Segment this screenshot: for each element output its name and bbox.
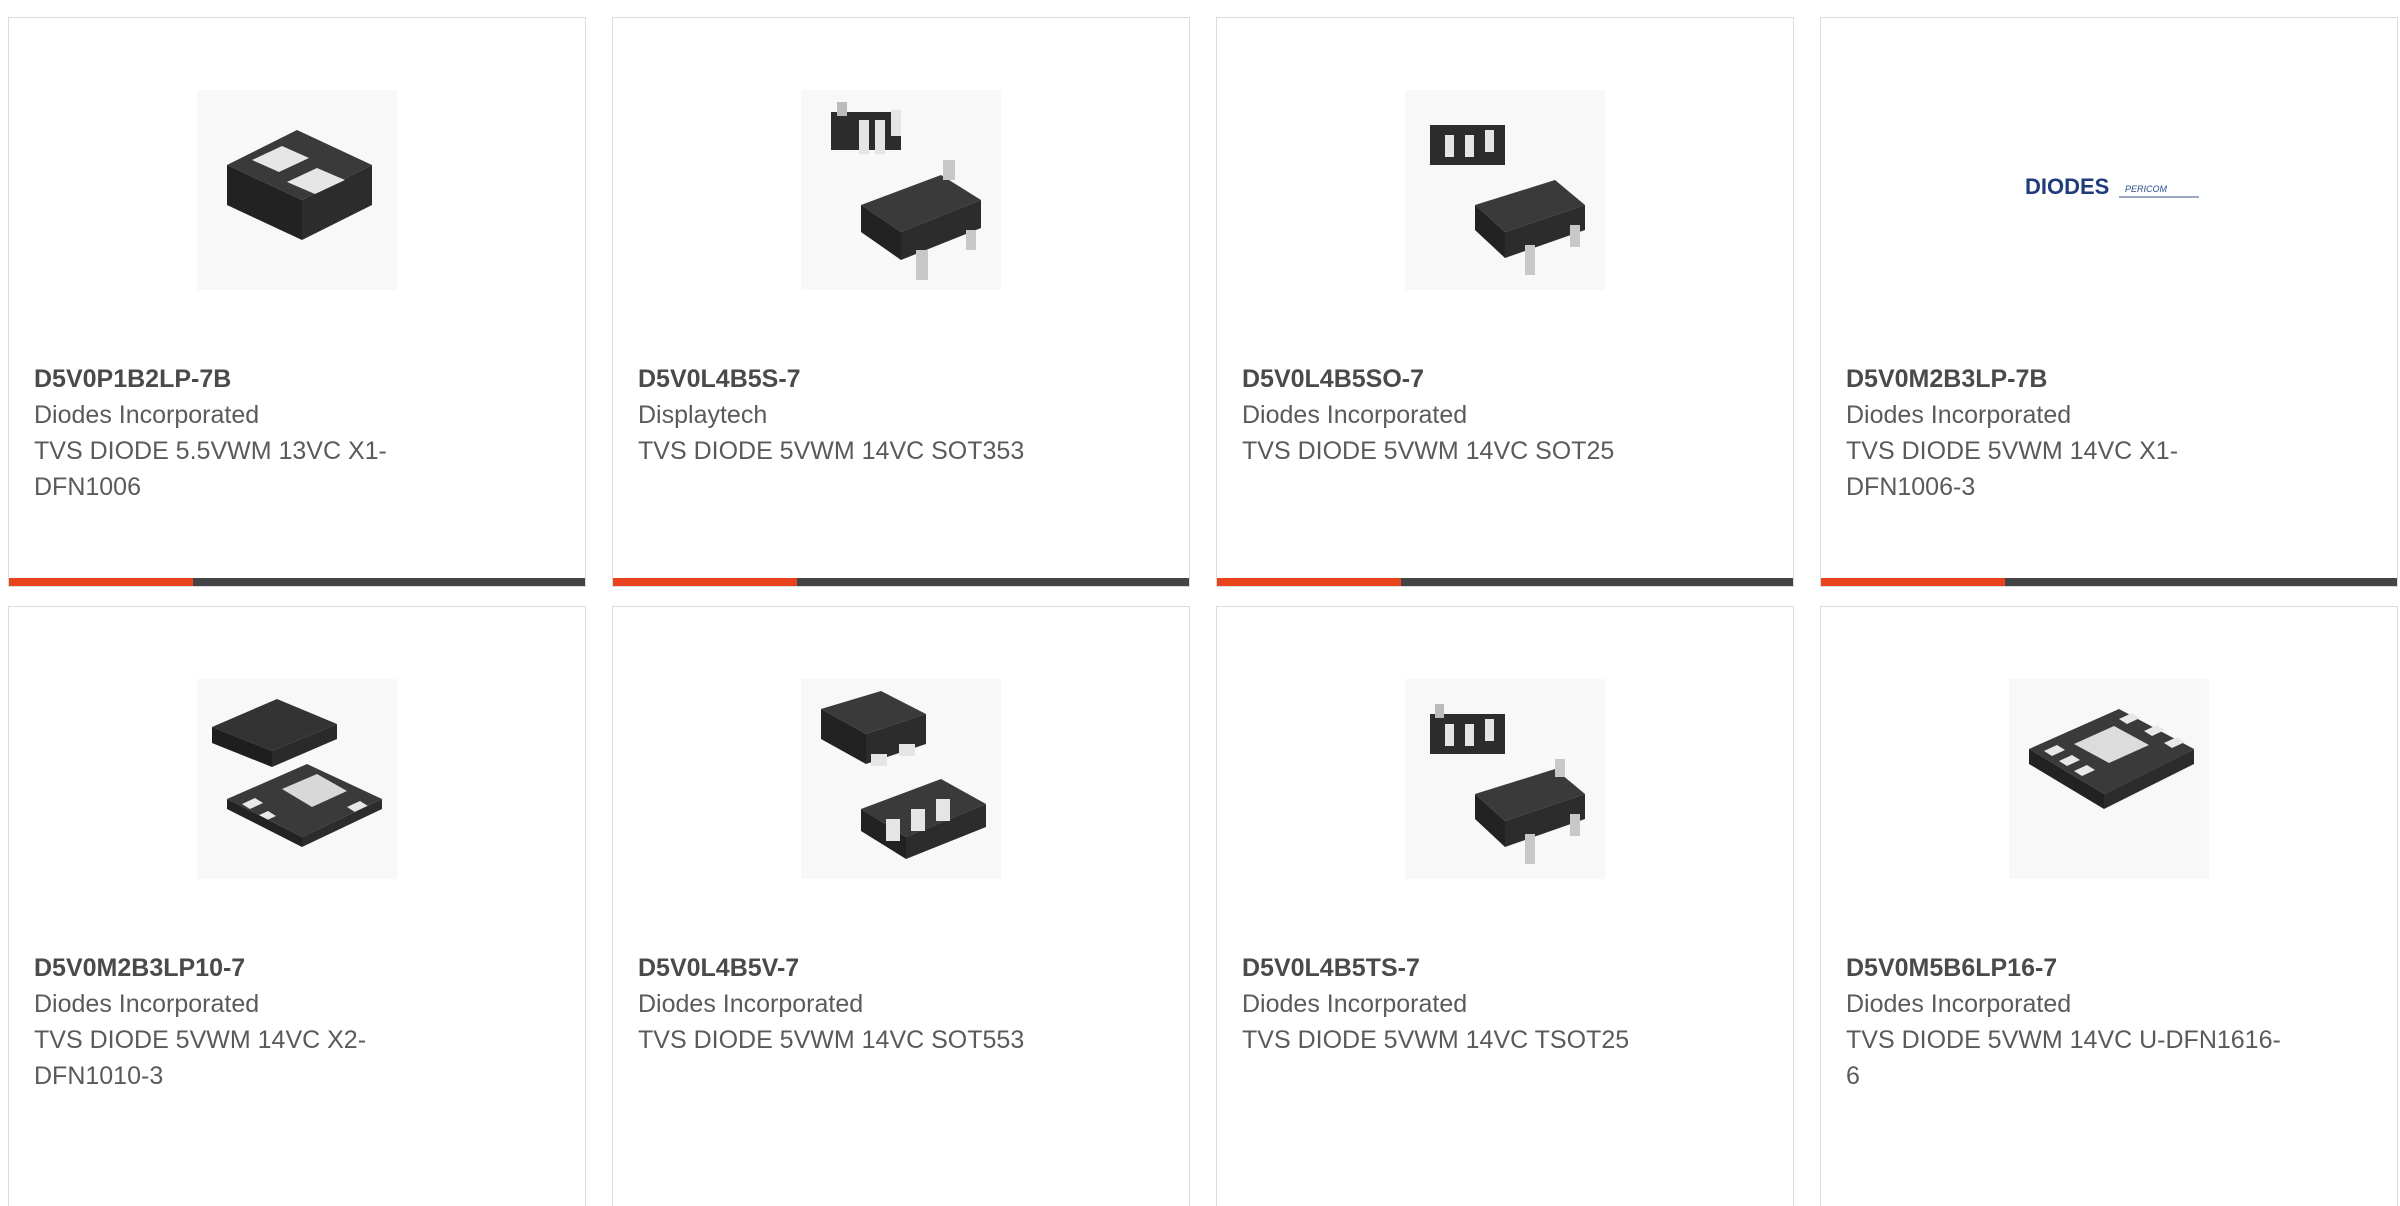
- description: TVS DIODE 5VWM 14VC SOT553: [638, 1026, 1025, 1054]
- product-card[interactable]: D5V0M5B6LP16-7 Diodes Incorporated TVS D…: [1820, 606, 2398, 1206]
- sot353-package-icon: [801, 90, 1001, 290]
- description: TVS DIODE 5VWM 14VC X2-DFN1010-3: [34, 1026, 367, 1090]
- product-card[interactable]: DIODES PERICOM D5V0M2B3LP-7B Diodes Inco…: [1820, 17, 2398, 587]
- part-number[interactable]: D5V0M2B3LP10-7: [34, 950, 560, 986]
- manufacturer: Displaytech: [638, 401, 768, 429]
- product-card[interactable]: D5V0M2B3LP10-7 Diodes Incorporated TVS D…: [8, 606, 586, 1206]
- product-card[interactable]: D5V0L4B5V-7 Diodes Incorporated TVS DIOD…: [612, 606, 1190, 1206]
- description: TVS DIODE 5VWM 14VC TSOT25: [1242, 1026, 1630, 1054]
- product-card[interactable]: D5V0L4B5S-7 Displaytech TVS DIODE 5VWM 1…: [612, 17, 1190, 587]
- card-bottom-bar: [9, 578, 585, 586]
- product-grid: D5V0P1B2LP-7B Diodes Incorporated TVS DI…: [0, 0, 2400, 1206]
- dfn1010-package-icon: [197, 679, 397, 879]
- card-bottom-bar: [613, 578, 1189, 586]
- sot553-package-icon: [801, 679, 1001, 879]
- accent-bar: [9, 578, 193, 586]
- card-bottom-bar: [1821, 578, 2397, 586]
- accent-bar: [1217, 578, 1401, 586]
- manufacturer: Diodes Incorporated: [1846, 990, 2072, 1018]
- product-card[interactable]: D5V0L4B5TS-7 Diodes Incorporated TVS DIO…: [1216, 606, 1794, 1206]
- sot25-package-icon: [1405, 90, 1605, 290]
- manufacturer: Diodes Incorporated: [34, 990, 260, 1018]
- svg-text:DIODES: DIODES: [2025, 174, 2109, 199]
- card-bottom-bar: [1217, 578, 1793, 586]
- part-number[interactable]: D5V0L4B5SO-7: [1242, 361, 1768, 397]
- manufacturer: Diodes Incorporated: [1242, 401, 1468, 429]
- tsot25-package-icon: [1405, 679, 1605, 879]
- description: TVS DIODE 5VWM 14VC SOT353: [638, 437, 1025, 465]
- description: TVS DIODE 5VWM 14VC U-DFN1616-6: [1846, 1026, 2281, 1090]
- manufacturer: Diodes Incorporated: [1846, 401, 2072, 429]
- part-number[interactable]: D5V0L4B5V-7: [638, 950, 1164, 986]
- dfn-2pad-package-icon: [197, 90, 397, 290]
- description: TVS DIODE 5VWM 14VC X1-DFN1006-3: [1846, 437, 2179, 501]
- part-number[interactable]: D5V0P1B2LP-7B: [34, 361, 560, 397]
- manufacturer: Diodes Incorporated: [34, 401, 260, 429]
- diodes-pericom-logo: DIODES PERICOM: [2009, 90, 2209, 290]
- manufacturer: Diodes Incorporated: [638, 990, 864, 1018]
- dfn1616-package-icon: [2009, 679, 2209, 879]
- accent-bar: [613, 578, 797, 586]
- product-card[interactable]: D5V0P1B2LP-7B Diodes Incorporated TVS DI…: [8, 17, 586, 587]
- part-number[interactable]: D5V0L4B5S-7: [638, 361, 1164, 397]
- manufacturer: Diodes Incorporated: [1242, 990, 1468, 1018]
- svg-text:PERICOM: PERICOM: [2125, 184, 2168, 194]
- part-number[interactable]: D5V0M2B3LP-7B: [1846, 361, 2372, 397]
- part-number[interactable]: D5V0M5B6LP16-7: [1846, 950, 2372, 986]
- part-number[interactable]: D5V0L4B5TS-7: [1242, 950, 1768, 986]
- description: TVS DIODE 5VWM 14VC SOT25: [1242, 437, 1615, 465]
- description: TVS DIODE 5.5VWM 13VC X1-DFN1006: [34, 437, 387, 501]
- product-card[interactable]: D5V0L4B5SO-7 Diodes Incorporated TVS DIO…: [1216, 17, 1794, 587]
- accent-bar: [1821, 578, 2005, 586]
